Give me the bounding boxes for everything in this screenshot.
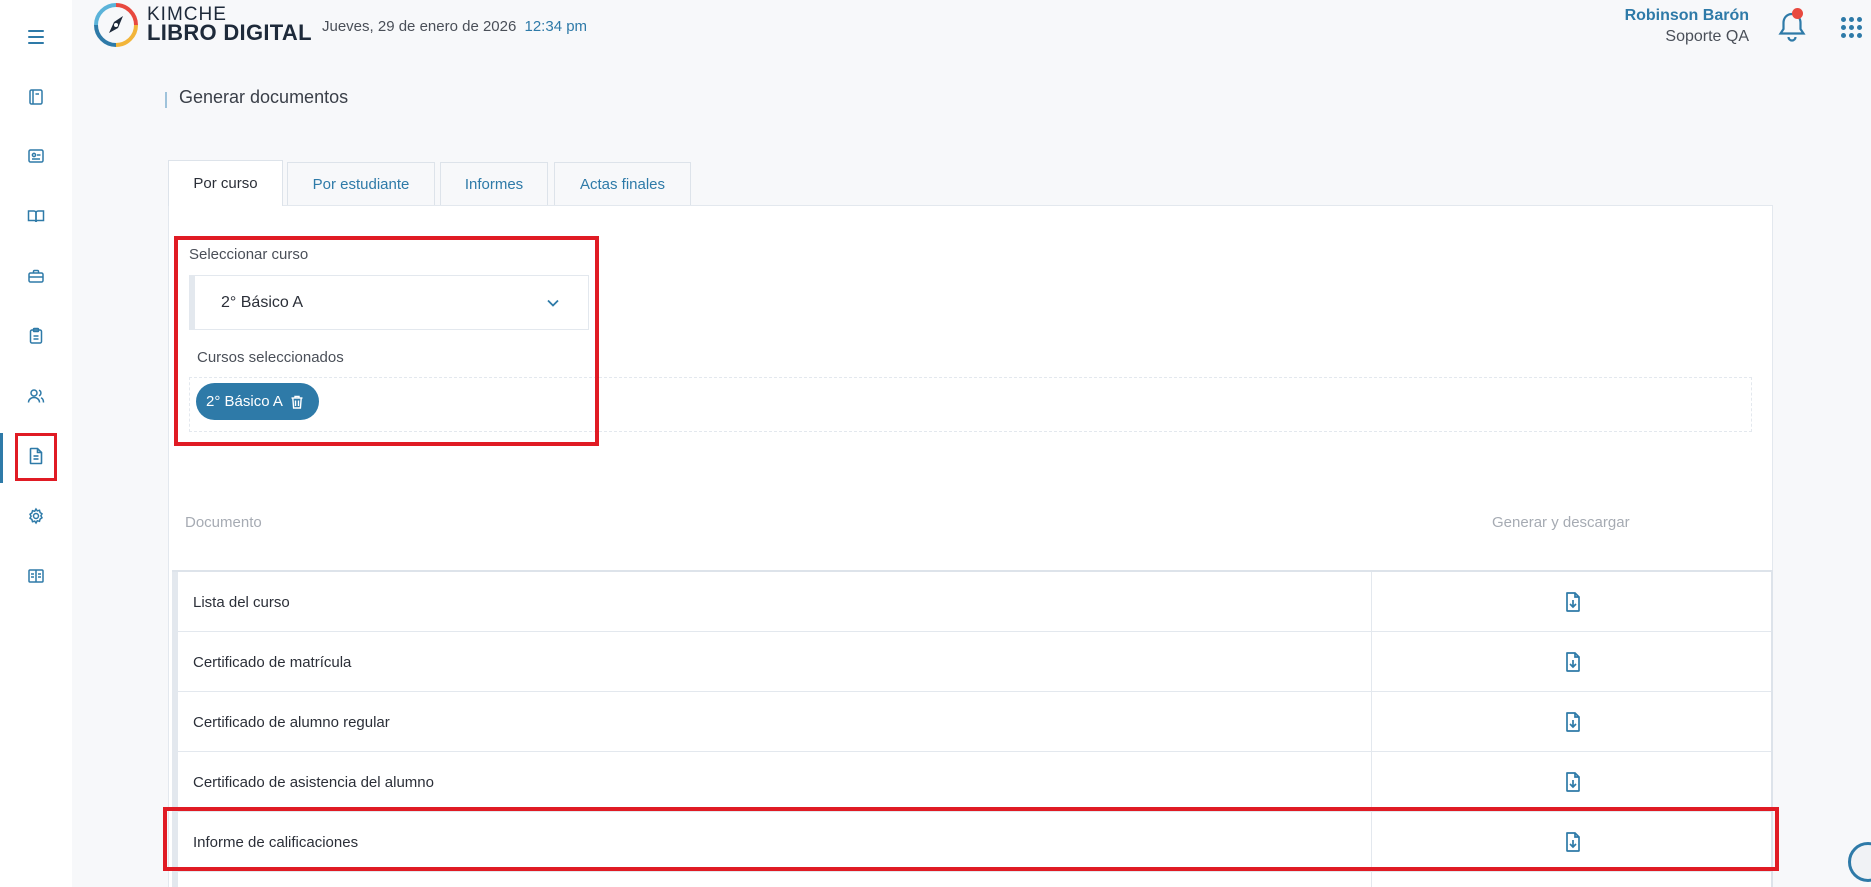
column-header-documento: Documento <box>185 514 262 531</box>
top-header: KIMCHE LIBRO DIGITAL Jueves, 29 de enero… <box>72 0 1871 58</box>
clipboard-icon[interactable] <box>0 311 72 361</box>
sidebar <box>0 0 72 887</box>
current-time: 12:34 pm <box>524 18 588 35</box>
notification-dot <box>1792 8 1803 19</box>
page-title: Generar documentos <box>179 87 349 107</box>
document-name: Certificado de alumno regular <box>193 713 390 731</box>
logo-text-bottom: LIBRO DIGITAL <box>147 20 312 45</box>
user-name[interactable]: Robinson Barón <box>1625 7 1749 25</box>
id-card-icon[interactable] <box>0 131 72 181</box>
table-row: Lista del curso <box>172 572 1773 632</box>
document-name: Certificado de matrícula <box>193 653 352 671</box>
highlight-box-course-selector <box>174 236 599 446</box>
briefcase-icon[interactable] <box>0 251 72 301</box>
table-row <box>172 872 1773 887</box>
tab-informes[interactable]: Informes <box>440 162 548 206</box>
user-role: Soporte QA <box>1665 28 1749 45</box>
notebook-icon[interactable] <box>0 72 72 122</box>
download-file-icon[interactable] <box>1562 651 1584 673</box>
title-accent-bar <box>165 92 167 108</box>
gear-icon[interactable] <box>0 491 72 541</box>
open-book-icon[interactable] <box>0 191 72 241</box>
tab-por-estudiante[interactable]: Por estudiante <box>287 162 435 206</box>
table-row: Certificado de matrícula <box>172 632 1773 692</box>
tab-por-curso[interactable]: Por curso <box>168 160 283 206</box>
hamburger-menu-icon[interactable] <box>22 25 50 49</box>
download-file-icon[interactable] <box>1562 711 1584 733</box>
highlight-box-informe-calificaciones <box>163 807 1779 871</box>
document-name: Lista del curso <box>193 593 290 611</box>
users-icon[interactable] <box>0 371 72 421</box>
table-row: Certificado de alumno regular <box>172 692 1773 752</box>
tab-actas-finales[interactable]: Actas finales <box>554 162 691 206</box>
document-icon[interactable] <box>0 431 72 483</box>
bell-icon[interactable] <box>1777 8 1807 44</box>
book-reader-icon[interactable] <box>0 551 72 601</box>
column-header-generar: Generar y descargar <box>1492 514 1630 531</box>
table-row: Certificado de asistencia del alumno <box>172 752 1773 812</box>
date-text: Jueves, 29 de enero de 2026 <box>322 18 517 35</box>
compass-logo-icon <box>94 3 138 47</box>
apps-grid-icon[interactable] <box>1839 17 1871 41</box>
document-name: Certificado de asistencia del alumno <box>193 773 434 791</box>
download-file-icon[interactable] <box>1562 771 1584 793</box>
download-file-icon[interactable] <box>1562 591 1584 613</box>
current-date: Jueves, 29 de enero de 2026 12:34 pm <box>322 18 587 35</box>
highlight-box-sidebar <box>15 433 57 481</box>
assistant-avatar[interactable] <box>1848 842 1871 882</box>
